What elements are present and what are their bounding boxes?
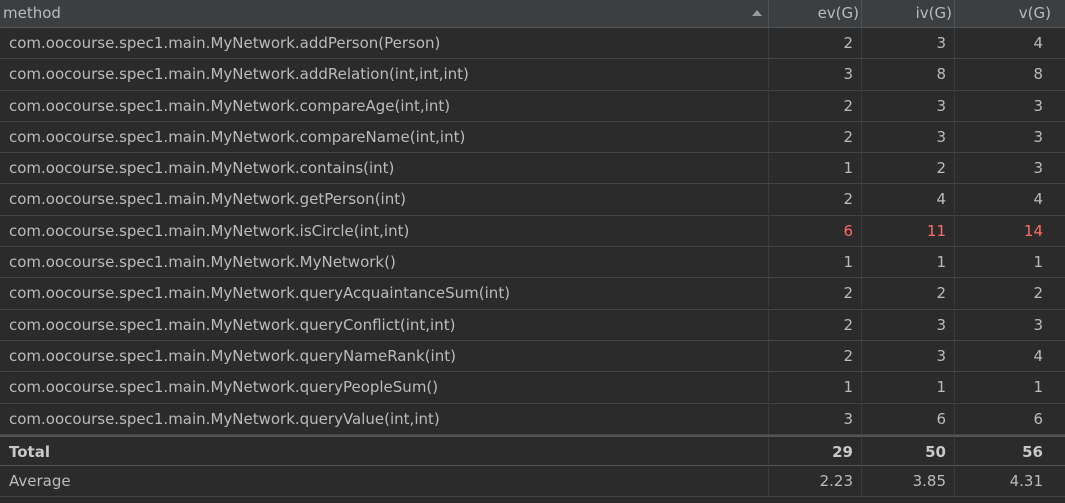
method-cell: com.oocourse.spec1.main.MyNetwork.isCirc… xyxy=(0,215,769,246)
ev-cell: 2 xyxy=(769,90,862,121)
ev-cell: 2 xyxy=(769,121,862,152)
table-row[interactable]: com.oocourse.spec1.main.MyNetwork.queryN… xyxy=(0,340,1065,373)
ev-cell: 2 xyxy=(769,278,862,309)
table-row[interactable]: com.oocourse.spec1.main.MyNetwork.queryC… xyxy=(0,309,1065,341)
v-cell: 4 xyxy=(1033,34,1043,52)
method-cell: com.oocourse.spec1.main.MyNetwork.queryC… xyxy=(0,309,769,340)
total-ev: 29 xyxy=(769,436,862,467)
table-row[interactable]: com.oocourse.spec1.main.MyNetwork.addPer… xyxy=(0,28,1065,60)
ev-cell: 1 xyxy=(769,372,862,403)
table-row[interactable]: com.oocourse.spec1.main.MyNetwork.getPer… xyxy=(0,184,1065,216)
v-cell: 3 xyxy=(1033,96,1043,115)
column-header-v[interactable]: v(G) xyxy=(955,0,1065,27)
total-label: Total xyxy=(0,436,769,467)
sort-ascending-icon[interactable] xyxy=(752,10,762,16)
method-cell: com.oocourse.spec1.main.MyNetwork.getPer… xyxy=(0,184,769,215)
table-row[interactable]: com.oocourse.spec1.main.MyNetwork.compar… xyxy=(0,121,1065,154)
method-cell: com.oocourse.spec1.main.MyNetwork.compar… xyxy=(0,121,769,152)
average-ev: 2.23 xyxy=(769,466,862,497)
iv-cell: 4 xyxy=(862,184,955,215)
average-iv: 3.85 xyxy=(862,466,955,497)
v-cell: 8 xyxy=(1033,65,1043,84)
ev-cell: 3 xyxy=(769,59,862,90)
iv-cell: 6 xyxy=(862,403,955,434)
method-cell: com.oocourse.spec1.main.MyNetwork.queryN… xyxy=(0,340,769,371)
v-cell-highlighted: 14 xyxy=(1023,221,1043,240)
iv-cell: 2 xyxy=(862,278,955,309)
v-cell: 3 xyxy=(1033,315,1043,334)
iv-cell: 3 xyxy=(862,309,955,340)
iv-cell: 1 xyxy=(862,247,955,278)
iv-cell: 3 xyxy=(862,28,955,58)
ev-cell: 3 xyxy=(769,403,862,434)
iv-cell: 3 xyxy=(862,340,955,371)
v-cell: 1 xyxy=(1033,253,1043,272)
v-cell: 6 xyxy=(1033,409,1043,428)
table-row[interactable]: com.oocourse.spec1.main.MyNetwork.compar… xyxy=(0,90,1065,122)
total-row: Total 29 50 56 xyxy=(0,434,1065,467)
ev-cell: 2 xyxy=(769,184,862,215)
iv-cell: 8 xyxy=(862,59,955,90)
table-row[interactable]: com.oocourse.spec1.main.MyNetwork.addRel… xyxy=(0,59,1065,91)
v-cell: 4 xyxy=(1033,346,1043,365)
iv-cell-highlighted: 11 xyxy=(862,215,955,246)
total-iv: 50 xyxy=(862,436,955,467)
total-v: 56 xyxy=(1022,442,1043,461)
table-row[interactable]: com.oocourse.spec1.main.MyNetwork.queryV… xyxy=(0,403,1065,435)
v-cell: 4 xyxy=(1033,190,1043,209)
column-header-method[interactable]: method xyxy=(0,0,769,27)
method-cell: com.oocourse.spec1.main.MyNetwork.compar… xyxy=(0,90,769,121)
v-cell: 1 xyxy=(1033,378,1043,397)
method-cell: com.oocourse.spec1.main.MyNetwork.queryA… xyxy=(0,278,769,309)
ev-cell: 2 xyxy=(769,340,862,371)
average-label: Average xyxy=(0,466,769,497)
metrics-table: method ev(G) iv(G) v(G) com.oocourse.spe… xyxy=(0,0,1065,503)
table-row[interactable]: com.oocourse.spec1.main.MyNetwork.MyNetw… xyxy=(0,247,1065,279)
method-cell: com.oocourse.spec1.main.MyNetwork.contai… xyxy=(0,153,769,184)
ev-cell: 1 xyxy=(769,247,862,278)
v-cell: 2 xyxy=(1033,284,1043,303)
column-header-iv[interactable]: iv(G) xyxy=(862,0,955,27)
method-cell: com.oocourse.spec1.main.MyNetwork.queryV… xyxy=(0,403,769,434)
table-body: com.oocourse.spec1.main.MyNetwork.addPer… xyxy=(0,28,1065,498)
ev-cell-highlighted: 6 xyxy=(769,215,862,246)
method-cell: com.oocourse.spec1.main.MyNetwork.queryP… xyxy=(0,372,769,403)
method-cell: com.oocourse.spec1.main.MyNetwork.addPer… xyxy=(0,28,769,58)
iv-cell: 1 xyxy=(862,372,955,403)
iv-cell: 2 xyxy=(862,153,955,184)
ev-cell: 2 xyxy=(769,309,862,340)
table-row[interactable]: com.oocourse.spec1.main.MyNetwork.queryP… xyxy=(0,372,1065,404)
ev-cell: 2 xyxy=(769,28,862,58)
v-cell: 3 xyxy=(1033,159,1043,178)
method-cell: com.oocourse.spec1.main.MyNetwork.addRel… xyxy=(0,59,769,90)
average-v: 4.31 xyxy=(1009,472,1043,491)
average-row: Average 2.23 3.85 4.31 xyxy=(0,466,1065,498)
column-header-ev[interactable]: ev(G) xyxy=(769,0,862,27)
table-header: method ev(G) iv(G) v(G) xyxy=(0,0,1065,28)
iv-cell: 3 xyxy=(862,90,955,121)
table-row[interactable]: com.oocourse.spec1.main.MyNetwork.queryA… xyxy=(0,278,1065,310)
table-row[interactable]: com.oocourse.spec1.main.MyNetwork.contai… xyxy=(0,153,1065,185)
v-cell: 3 xyxy=(1033,127,1043,146)
table-row[interactable]: com.oocourse.spec1.main.MyNetwork.isCirc… xyxy=(0,215,1065,248)
iv-cell: 3 xyxy=(862,121,955,152)
ev-cell: 1 xyxy=(769,153,862,184)
method-cell: com.oocourse.spec1.main.MyNetwork.MyNetw… xyxy=(0,247,769,278)
